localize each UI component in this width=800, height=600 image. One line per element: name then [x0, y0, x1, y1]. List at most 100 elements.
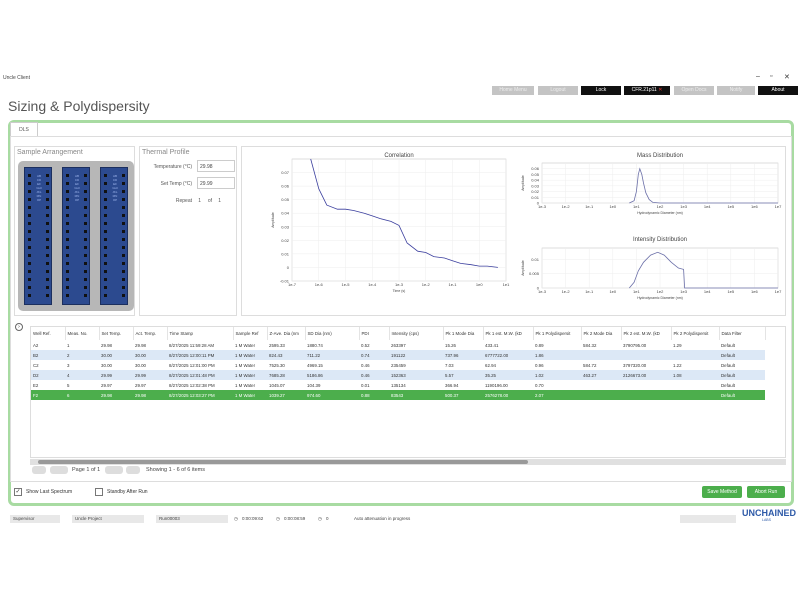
sample-well[interactable]	[104, 190, 107, 193]
sample-well[interactable]	[46, 206, 49, 209]
sample-well[interactable]	[46, 254, 49, 257]
first-page-button[interactable]	[32, 466, 46, 474]
sample-well[interactable]	[84, 222, 87, 225]
sample-well[interactable]	[28, 254, 31, 257]
sample-well[interactable]	[104, 198, 107, 201]
sample-well[interactable]	[28, 198, 31, 201]
column-header[interactable]: Pk 2 Mode Dia	[581, 327, 622, 340]
sample-well[interactable]	[122, 238, 125, 241]
sample-well[interactable]	[122, 246, 125, 249]
sample-well[interactable]	[66, 238, 69, 241]
sample-strip-3[interactable]: ABCDEFGHIJKLMNOP	[100, 167, 128, 305]
sample-well[interactable]	[84, 206, 87, 209]
sample-well[interactable]	[104, 174, 107, 177]
sample-well[interactable]	[66, 262, 69, 265]
sample-well[interactable]	[46, 190, 49, 193]
sample-well[interactable]	[28, 286, 31, 289]
sample-well[interactable]	[84, 182, 87, 185]
sample-well[interactable]	[84, 270, 87, 273]
sample-well[interactable]	[46, 286, 49, 289]
sample-well[interactable]	[28, 206, 31, 209]
sample-well[interactable]	[122, 214, 125, 217]
sample-well[interactable]	[28, 214, 31, 217]
sample-well[interactable]	[66, 294, 69, 297]
sample-well[interactable]	[84, 262, 87, 265]
sample-well[interactable]	[46, 262, 49, 265]
show-last-spectrum-checkbox[interactable]: ✓	[14, 488, 22, 496]
column-header[interactable]: PDI	[359, 327, 390, 340]
sample-well[interactable]	[84, 190, 87, 193]
column-header[interactable]: SD Dia (nm)	[305, 327, 360, 340]
sample-well[interactable]	[84, 174, 87, 177]
scrollbar-thumb[interactable]	[38, 460, 528, 464]
sample-well[interactable]	[104, 230, 107, 233]
expand-toggle-icon[interactable]: ›	[15, 323, 23, 331]
sample-well[interactable]	[122, 262, 125, 265]
sample-well[interactable]	[28, 270, 31, 273]
sample-well[interactable]	[66, 222, 69, 225]
column-header[interactable]: Pk 1 Mode Dia	[443, 327, 484, 340]
open-docs-button[interactable]: Open Docs	[674, 86, 714, 95]
column-header[interactable]: Pk 2 Polydispersit	[671, 327, 720, 340]
sample-well[interactable]	[122, 286, 125, 289]
standby-after-run-checkbox[interactable]	[95, 488, 103, 496]
column-header[interactable]: Data Filter	[719, 327, 766, 340]
sample-well[interactable]	[28, 278, 31, 281]
sample-well[interactable]	[84, 278, 87, 281]
sample-well[interactable]	[46, 182, 49, 185]
sample-well[interactable]	[122, 206, 125, 209]
column-header[interactable]: Sample Ref	[233, 327, 268, 340]
sample-well[interactable]	[122, 182, 125, 185]
sample-well[interactable]	[122, 174, 125, 177]
sample-well[interactable]	[28, 294, 31, 297]
minimize-button[interactable]: –	[756, 73, 760, 80]
sample-well[interactable]	[66, 198, 69, 201]
sample-well[interactable]	[104, 206, 107, 209]
logout-button[interactable]: Logout	[538, 86, 578, 95]
sample-well[interactable]	[122, 254, 125, 257]
sample-well[interactable]	[104, 254, 107, 257]
sample-well[interactable]	[84, 246, 87, 249]
sample-well[interactable]	[84, 198, 87, 201]
sample-well[interactable]	[46, 278, 49, 281]
sample-well[interactable]	[66, 182, 69, 185]
sample-well[interactable]	[28, 182, 31, 185]
temperature-field[interactable]: 29.98	[197, 160, 235, 172]
sample-well[interactable]	[104, 262, 107, 265]
table-row[interactable]: B2 2 30.00 30.00 8/27/2025 12:00:11 PM 1 M Wa…	[31, 350, 765, 360]
column-header[interactable]: Z-Ave. Dia (nm	[267, 327, 306, 340]
sample-well[interactable]	[46, 222, 49, 225]
instrument-button[interactable]: CFR.21p11 ✕	[624, 86, 670, 95]
sample-well[interactable]	[28, 238, 31, 241]
sample-well[interactable]	[84, 214, 87, 217]
column-header[interactable]: Act. Temp.	[133, 327, 168, 340]
column-header[interactable]: Well Ref.	[31, 327, 66, 340]
sample-well[interactable]	[46, 214, 49, 217]
set-temp-field[interactable]: 29.99	[197, 177, 235, 189]
sample-well[interactable]	[122, 270, 125, 273]
sample-well[interactable]	[46, 174, 49, 177]
table-row[interactable]: C2 3 30.00 30.00 8/27/2025 12:01:00 PM 1 M Wa…	[31, 360, 765, 370]
sample-well[interactable]	[66, 206, 69, 209]
sample-well[interactable]	[66, 286, 69, 289]
sample-well[interactable]	[122, 294, 125, 297]
sample-well[interactable]	[122, 198, 125, 201]
column-header[interactable]: Pk 1 Polydispersit	[533, 327, 582, 340]
sample-well[interactable]	[104, 182, 107, 185]
column-header[interactable]: Pk 1 est. M.W. (kD	[483, 327, 534, 340]
sample-well[interactable]	[46, 294, 49, 297]
sample-well[interactable]	[104, 238, 107, 241]
sample-well[interactable]	[104, 222, 107, 225]
sample-well[interactable]	[28, 246, 31, 249]
sample-well[interactable]	[104, 214, 107, 217]
sample-well[interactable]	[66, 190, 69, 193]
column-header[interactable]: Pk 2 est. M.W. (kD	[621, 327, 672, 340]
sample-well[interactable]	[122, 278, 125, 281]
table-row[interactable]: E2 5 29.97 29.97 8/27/2025 12:02:38 PM 1 M Wa…	[31, 380, 765, 390]
close-window-button[interactable]: ✕	[784, 73, 790, 81]
tab-dls[interactable]: DLS	[10, 122, 38, 136]
sample-well[interactable]	[84, 238, 87, 241]
column-header[interactable]: Meas. No.	[65, 327, 100, 340]
sample-well[interactable]	[28, 230, 31, 233]
sample-well[interactable]	[104, 246, 107, 249]
